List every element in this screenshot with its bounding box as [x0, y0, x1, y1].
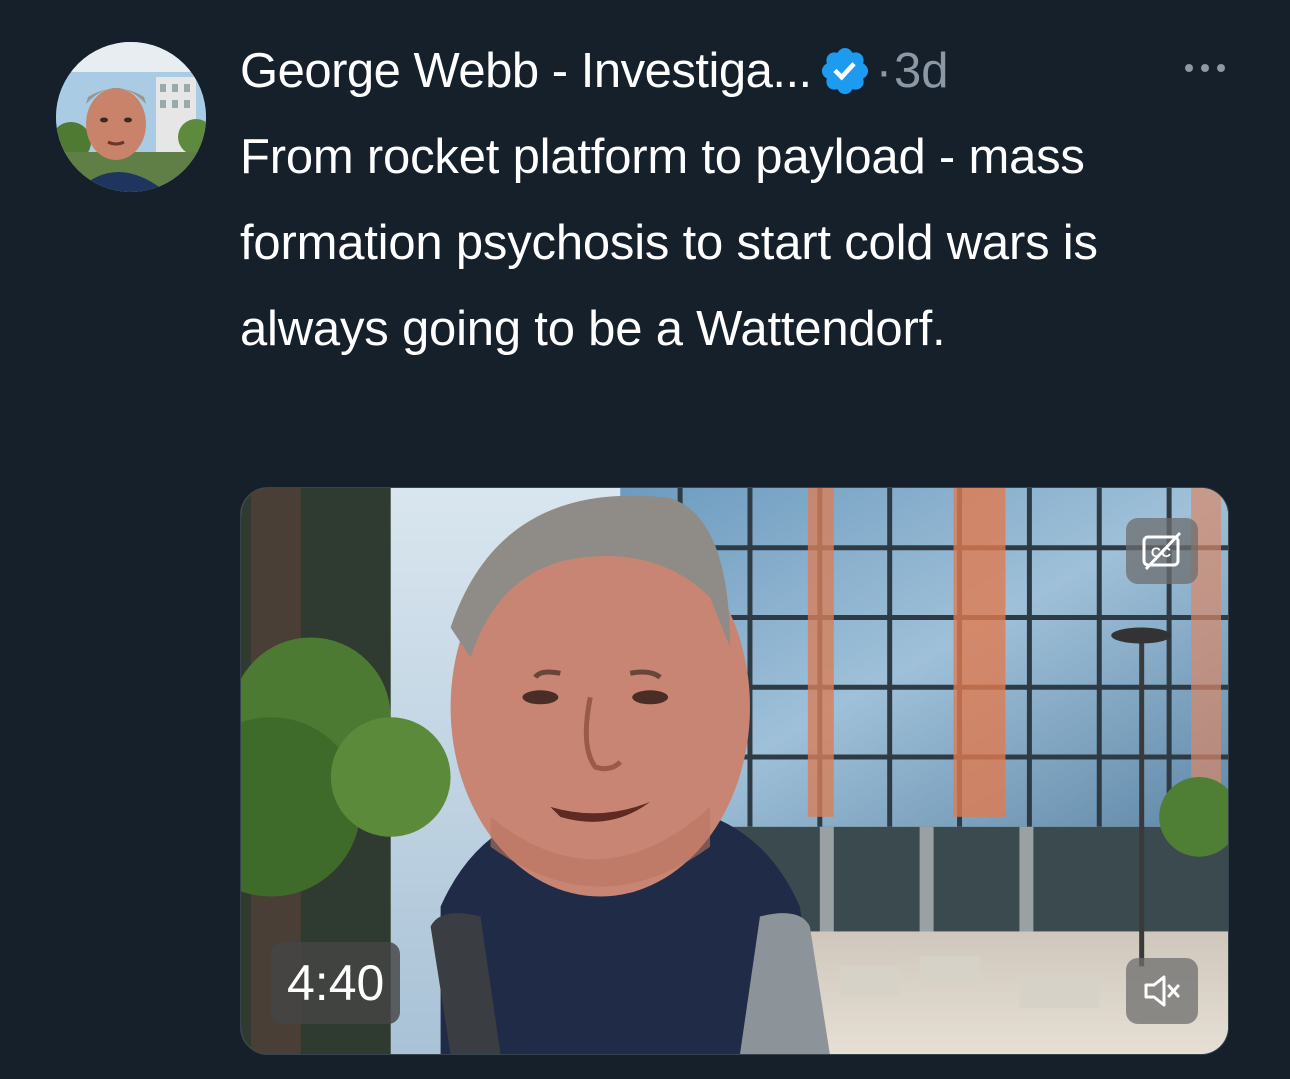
more-horizontal-icon [1185, 64, 1225, 72]
volume-button[interactable] [1126, 958, 1198, 1024]
tweet-timestamp[interactable]: 3d [894, 43, 949, 99]
author-name[interactable]: George Webb - Investiga... [240, 43, 812, 99]
verified-badge-icon [818, 44, 872, 98]
tweet[interactable]: George Webb - Investiga... · 3d From roc… [0, 0, 1290, 1079]
volume-muted-icon [1144, 975, 1180, 1007]
tweet-header: George Webb - Investiga... · 3d [240, 36, 949, 106]
header-separator: · [875, 44, 893, 98]
captions-button[interactable]: CC [1126, 518, 1198, 584]
avatar-photo [56, 42, 206, 192]
captions-off-icon: CC [1142, 531, 1182, 571]
video-duration: 4:40 [271, 942, 401, 1024]
tweet-text: From rocket platform to payload - mass f… [240, 130, 1098, 356]
author-avatar[interactable] [56, 42, 206, 192]
video-player[interactable]: CC 4:40 [240, 487, 1229, 1055]
more-options-button[interactable] [1180, 48, 1230, 88]
